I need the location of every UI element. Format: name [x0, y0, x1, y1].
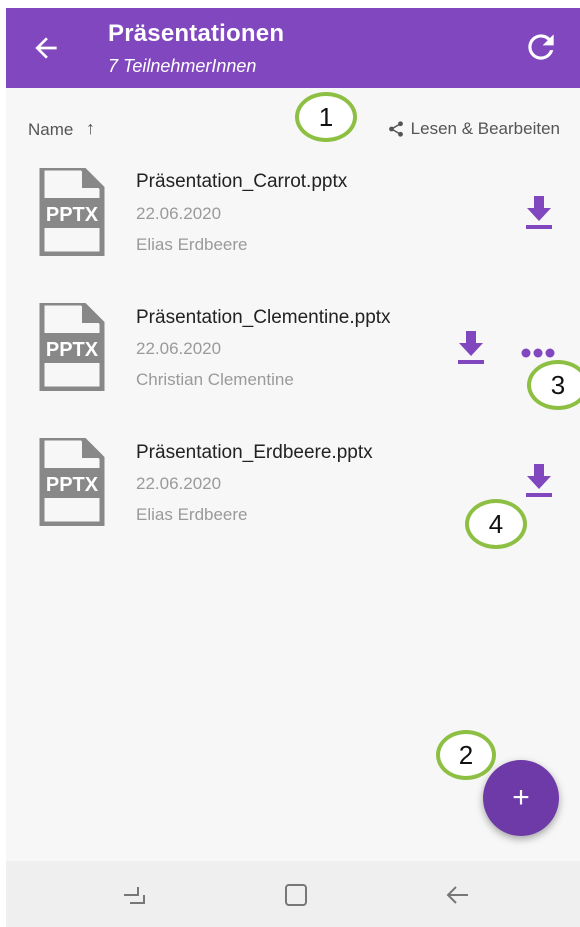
- pptx-label: PPTX: [46, 204, 99, 226]
- page-title: Präsentationen: [108, 20, 285, 47]
- pptx-label: PPTX: [46, 339, 99, 361]
- download-icon[interactable]: [525, 464, 553, 498]
- sort-bar: Name ↑ Lesen & Bearbeiten: [6, 88, 580, 150]
- arrow-left-icon[interactable]: [30, 32, 62, 64]
- file-owner: Elias Erdbeere: [136, 505, 248, 524]
- file-date: 22.06.2020: [136, 474, 222, 493]
- download-icon[interactable]: [457, 331, 485, 365]
- download-icon[interactable]: [525, 196, 553, 230]
- file-date: 22.06.2020: [136, 339, 222, 358]
- file-name[interactable]: Präsentation_Erdbeere.pptx: [136, 442, 373, 464]
- callout-2: 2: [436, 730, 496, 780]
- plus-icon: +: [512, 781, 530, 814]
- app-bar: Präsentationen 7 TeilnehmerInnen: [6, 8, 580, 88]
- file-name[interactable]: Präsentation_Carrot.pptx: [136, 171, 347, 193]
- file-row[interactable]: PPTX Präsentation_Clementine.pptx 22.06.…: [6, 293, 580, 413]
- add-file-fab[interactable]: +: [483, 760, 559, 836]
- sort-label[interactable]: Name: [28, 120, 73, 140]
- pptx-file-icon: PPTX: [39, 303, 105, 391]
- file-date: 22.06.2020: [136, 204, 222, 223]
- callout-4: 4: [465, 499, 527, 549]
- sort-arrow-icon[interactable]: ↑: [86, 118, 95, 139]
- file-owner: Christian Clementine: [136, 370, 294, 389]
- nav-back-icon[interactable]: [444, 881, 472, 909]
- pptx-label: PPTX: [46, 474, 99, 496]
- screen: Präsentationen 7 TeilnehmerInnen Name ↑ …: [6, 8, 580, 927]
- permission-label: Lesen & Bearbeiten: [410, 119, 560, 138]
- system-nav-bar: [6, 861, 580, 927]
- callout-1: 1: [295, 92, 357, 142]
- file-name[interactable]: Präsentation_Clementine.pptx: [136, 307, 391, 329]
- permission-indicator[interactable]: Lesen & Bearbeiten: [387, 119, 560, 139]
- pptx-file-icon: PPTX: [39, 168, 105, 256]
- file-row[interactable]: PPTX Präsentation_Carrot.pptx 22.06.2020…: [6, 158, 580, 278]
- refresh-icon[interactable]: [522, 28, 560, 66]
- home-icon[interactable]: [282, 881, 310, 909]
- file-owner: Elias Erdbeere: [136, 235, 248, 254]
- callout-3: 3: [527, 360, 580, 410]
- share-icon: [388, 121, 403, 137]
- more-options-icon[interactable]: [521, 347, 555, 359]
- page-subtitle: 7 TeilnehmerInnen: [108, 56, 257, 76]
- pptx-file-icon: PPTX: [39, 438, 105, 526]
- recents-icon[interactable]: [120, 881, 148, 909]
